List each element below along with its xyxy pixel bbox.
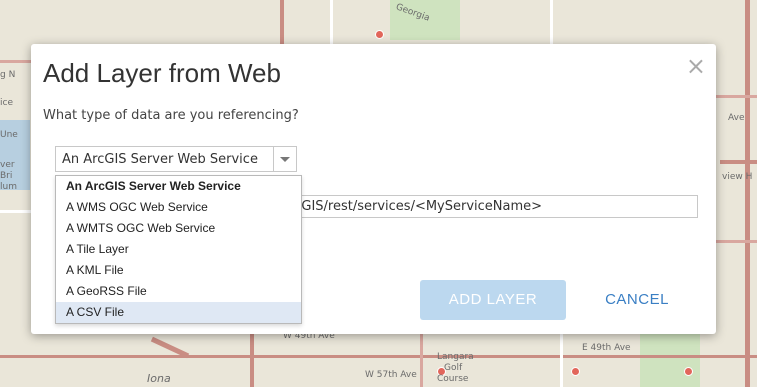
cancel-button[interactable]: CANCEL [587, 280, 687, 320]
map-label: E 49th Ave [582, 343, 631, 353]
map-road [420, 334, 423, 387]
map-marker [375, 30, 384, 39]
url-input[interactable]: :GIS/rest/services/<MyServiceName> [296, 195, 698, 218]
map-road [716, 95, 757, 98]
map-road [550, 0, 553, 44]
data-type-select-value: An ArcGIS Server Web Service [62, 152, 258, 167]
map-park [640, 330, 700, 387]
add-layer-button[interactable]: ADD LAYER [420, 280, 566, 320]
map-road [0, 60, 31, 63]
chevron-down-icon[interactable] [273, 147, 296, 171]
map-label: Une [0, 130, 18, 140]
map-road [720, 160, 757, 164]
map-road [560, 334, 563, 387]
map-label: Course [437, 374, 469, 384]
map-road [745, 0, 750, 387]
map-label: view H [722, 172, 753, 182]
map-label: Bri [0, 171, 13, 181]
map-label: Langara [437, 352, 474, 362]
map-marker [571, 367, 580, 376]
map-label: W 57th Ave [365, 370, 417, 380]
map-label: ver [0, 160, 15, 170]
map-road [330, 0, 333, 44]
map-road [0, 355, 757, 358]
map-label: g N [0, 70, 16, 80]
map-road [280, 0, 284, 44]
close-icon[interactable]: × [686, 52, 706, 80]
dialog-title: Add Layer from Web [43, 58, 281, 88]
map-road [250, 334, 254, 387]
dropdown-option-tile-layer[interactable]: A Tile Layer [56, 239, 301, 260]
map-label: ice [0, 98, 13, 108]
dropdown-option-wms[interactable]: A WMS OGC Web Service [56, 197, 301, 218]
map-label: Golf [444, 363, 463, 373]
add-layer-dialog: Add Layer from Web × What type of data a… [31, 44, 716, 334]
dropdown-option-csv[interactable]: A CSV File [56, 302, 301, 323]
map-label: lum [0, 182, 17, 192]
map-label: Ave [728, 113, 745, 123]
map-label: Iona [147, 372, 171, 385]
data-type-dropdown: An ArcGIS Server Web Service A WMS OGC W… [55, 175, 302, 324]
map-road [716, 240, 757, 243]
map-marker [684, 367, 693, 376]
dropdown-option-kml[interactable]: A KML File [56, 260, 301, 281]
dropdown-option-arcgis-server[interactable]: An ArcGIS Server Web Service [56, 176, 301, 197]
dropdown-option-georss[interactable]: A GeoRSS File [56, 281, 301, 302]
data-type-select[interactable]: An ArcGIS Server Web Service [55, 146, 297, 172]
data-type-question: What type of data are you referencing? [43, 108, 299, 123]
dropdown-option-wmts[interactable]: A WMTS OGC Web Service [56, 218, 301, 239]
map-road [0, 210, 31, 213]
